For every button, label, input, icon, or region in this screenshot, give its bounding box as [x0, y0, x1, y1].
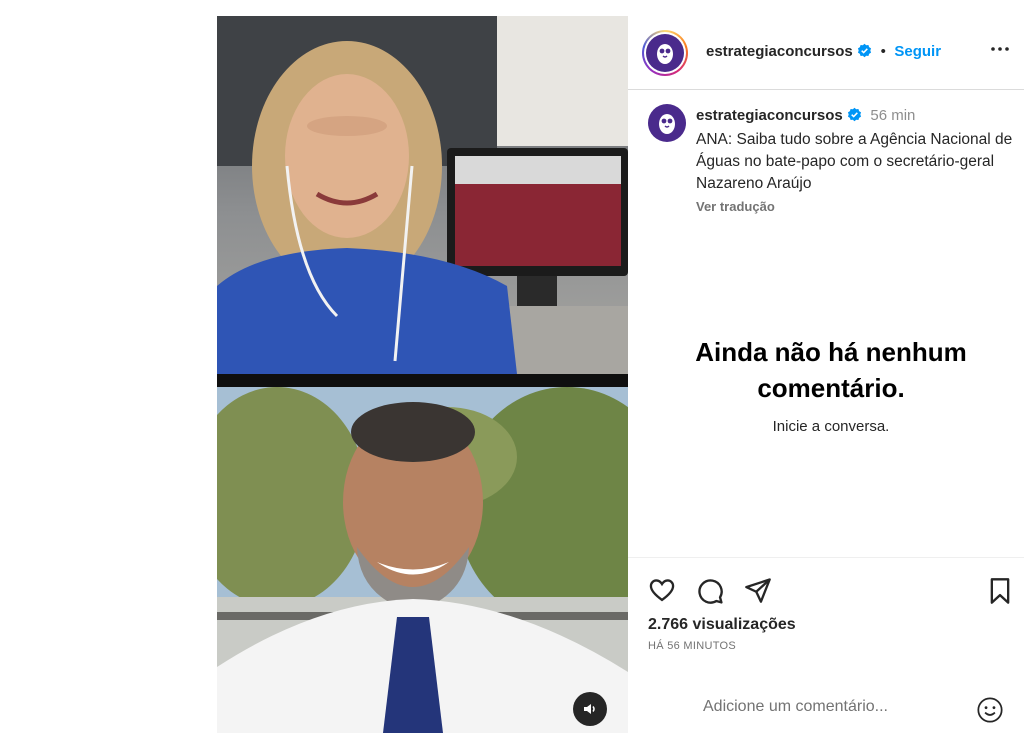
post-panel: estrategiaconcursos • Seguir estrategiac… — [628, 16, 1024, 733]
caption-avatar[interactable] — [648, 104, 686, 142]
mute-button[interactable] — [573, 692, 607, 726]
share-button[interactable] — [744, 576, 772, 609]
caption-time: 56 min — [870, 107, 916, 124]
actions-divider — [628, 557, 1024, 558]
caption-username[interactable]: estrategiaconcursos — [696, 107, 843, 124]
empty-comments: Ainda não há nenhum comentário. Inicie a… — [628, 334, 1024, 435]
share-icon — [745, 578, 771, 603]
comment-icon — [698, 579, 723, 604]
like-button[interactable] — [648, 576, 676, 609]
save-button[interactable] — [988, 577, 1012, 610]
more-options-button[interactable] — [988, 39, 1012, 59]
post-username[interactable]: estrategiaconcursos — [706, 43, 853, 60]
profile-avatar[interactable] — [642, 30, 688, 76]
verified-badge-icon — [857, 43, 872, 63]
more-icon — [991, 47, 1009, 51]
follow-button[interactable]: Seguir — [894, 43, 941, 60]
separator-dot: • — [880, 43, 886, 60]
video-frame-host — [217, 16, 628, 374]
emoji-icon — [977, 697, 1003, 723]
caption-text: ANA: Saiba tudo sobre a Agência Nacional… — [696, 131, 1013, 192]
verified-badge-icon — [847, 107, 862, 129]
video-player[interactable] — [217, 16, 628, 733]
empty-comments-subtitle: Inicie a conversa. — [772, 418, 890, 435]
post-time-ago: HÁ 56 MINUTOS — [648, 640, 737, 652]
owl-logo-icon — [659, 114, 675, 134]
video-frame-guest — [217, 387, 628, 733]
post-header: estrategiaconcursos • Seguir — [628, 16, 1024, 90]
see-translation-link[interactable]: Ver tradução — [696, 199, 1020, 214]
volume-icon — [584, 704, 595, 714]
comment-input[interactable] — [701, 697, 955, 717]
emoji-button[interactable] — [976, 696, 1004, 729]
heart-icon — [649, 579, 675, 602]
bookmark-icon — [990, 578, 1010, 604]
comment-button[interactable] — [696, 577, 724, 610]
empty-comments-title: Ainda não há nenhum comentário. — [695, 337, 967, 403]
view-count: 2.766 visualizações — [648, 616, 796, 633]
post-caption: estrategiaconcursos 56 min ANA: Saiba tu… — [696, 105, 1020, 214]
owl-logo-icon — [657, 44, 673, 64]
